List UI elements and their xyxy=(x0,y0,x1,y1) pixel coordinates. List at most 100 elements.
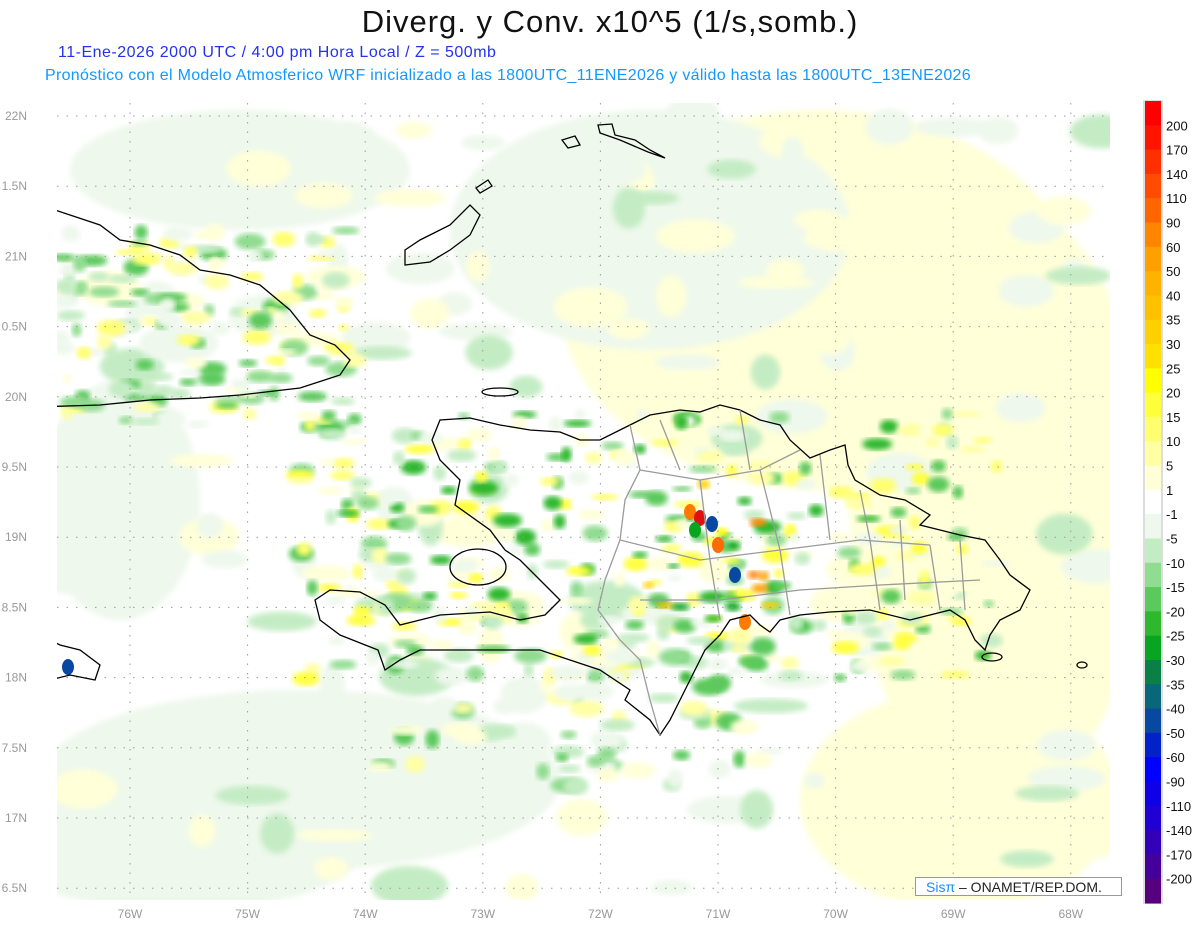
colorbar-swatch xyxy=(1145,489,1161,515)
field-blob xyxy=(449,591,468,600)
field-blob xyxy=(628,491,654,499)
field-blob xyxy=(825,629,848,639)
colorbar-swatch xyxy=(1145,878,1161,904)
field-blob xyxy=(1000,850,1054,868)
colorbar-label: 15 xyxy=(1166,410,1180,425)
field-blob xyxy=(803,226,879,252)
field-blob xyxy=(321,410,337,421)
field-blob xyxy=(910,541,928,555)
field-blob xyxy=(831,641,860,655)
field-blob xyxy=(805,326,851,355)
field-blob xyxy=(204,273,230,290)
field-blob xyxy=(578,509,605,521)
field-blob xyxy=(931,423,954,437)
field-blob xyxy=(487,446,501,462)
field-blob xyxy=(433,465,447,481)
colorbar-label: -5 xyxy=(1166,531,1178,546)
field-blob xyxy=(57,552,97,594)
colorbar-swatch xyxy=(1145,295,1161,321)
colorbar-label: -15 xyxy=(1166,580,1185,595)
field-blob xyxy=(612,450,637,466)
field-blob xyxy=(417,505,439,514)
field-blob xyxy=(536,763,550,780)
field-blob xyxy=(159,297,176,313)
colorbar-swatch xyxy=(1145,392,1161,418)
colorbar-swatch xyxy=(1145,732,1161,758)
field-blob xyxy=(184,357,207,370)
field-blob xyxy=(179,378,197,387)
field-blob xyxy=(863,626,883,637)
field-blob xyxy=(601,441,624,451)
lon-label: 75W xyxy=(235,907,260,921)
field-blob xyxy=(936,584,958,599)
field-blob xyxy=(758,571,770,581)
field-blob xyxy=(1043,667,1110,686)
field-blob xyxy=(135,359,154,371)
field-blob xyxy=(983,600,995,608)
field-blob xyxy=(374,188,446,207)
colorbar-label: 20 xyxy=(1166,386,1180,401)
colorbar-label: -40 xyxy=(1166,702,1185,717)
field-blob xyxy=(466,250,490,282)
field-blob xyxy=(794,552,811,565)
field-blob xyxy=(169,454,234,468)
field-blob xyxy=(62,373,73,383)
field-blob xyxy=(466,666,485,682)
field-blob xyxy=(210,322,231,336)
field-blob xyxy=(940,670,970,680)
field-blob xyxy=(91,414,112,429)
field-blob xyxy=(924,852,947,865)
colorbar-swatch xyxy=(1145,416,1161,442)
lat-label: 19N xyxy=(5,530,27,544)
field-blob xyxy=(76,346,92,360)
field-blob xyxy=(391,705,410,719)
field-blob xyxy=(981,560,1011,567)
field-blob xyxy=(893,639,911,651)
field-blob xyxy=(325,509,337,525)
colorbar-swatch xyxy=(1145,611,1161,637)
field-blob xyxy=(795,478,816,490)
field-blob xyxy=(113,398,124,416)
field-blob xyxy=(848,662,870,672)
field-blob xyxy=(945,435,959,450)
forecast-time: 11-Ene-2026 2000 UTC / 4:00 pm Hora Loca… xyxy=(58,44,497,61)
field-blob xyxy=(959,445,985,454)
field-blob xyxy=(574,408,586,420)
field-blob xyxy=(799,461,812,476)
latitude-labels: 22N 1.5N 21N 0.5N 20N 9.5N 19N 8.5N 18N 7.5N 17N 6.… xyxy=(2,109,27,895)
field-blob xyxy=(770,581,792,591)
divergence-map: 22N 1.5N 21N 0.5N 20N 9.5N 19N 8.5N 18N 7.5N 17N 6.… xyxy=(2,100,1192,921)
field-blob xyxy=(465,335,513,370)
field-blob xyxy=(469,480,499,496)
field-blob xyxy=(1060,549,1110,584)
colorbar-swatch xyxy=(1145,344,1161,369)
field-blob xyxy=(446,449,477,462)
field-blob xyxy=(134,224,148,240)
field-blob xyxy=(260,813,295,854)
field-blob xyxy=(1037,729,1096,762)
field-blob xyxy=(383,796,424,818)
field-blob xyxy=(453,559,478,571)
colorbar-label: -140 xyxy=(1166,823,1192,838)
field-blob xyxy=(88,271,109,282)
field-blob xyxy=(316,486,344,496)
field-blob xyxy=(570,580,583,597)
colorbar-label: -10 xyxy=(1166,556,1185,571)
lon-label: 71W xyxy=(706,907,731,921)
field-blob xyxy=(722,557,740,564)
colorbar-label: 40 xyxy=(1166,288,1180,303)
sispi-logo: Sisπ xyxy=(926,879,956,895)
field-blob xyxy=(319,428,346,441)
field-blob xyxy=(272,290,304,305)
field-blob xyxy=(769,411,790,424)
field-blob xyxy=(905,487,921,495)
colorbar-swatch xyxy=(1145,538,1161,564)
field-blob xyxy=(907,590,936,606)
field-blob xyxy=(479,605,512,617)
field-blob xyxy=(745,752,773,769)
lat-label: 21N xyxy=(5,249,27,263)
colorbar-label: -60 xyxy=(1166,750,1185,765)
field-blob xyxy=(560,730,577,740)
field-blob xyxy=(623,556,648,572)
field-blob xyxy=(881,589,901,604)
